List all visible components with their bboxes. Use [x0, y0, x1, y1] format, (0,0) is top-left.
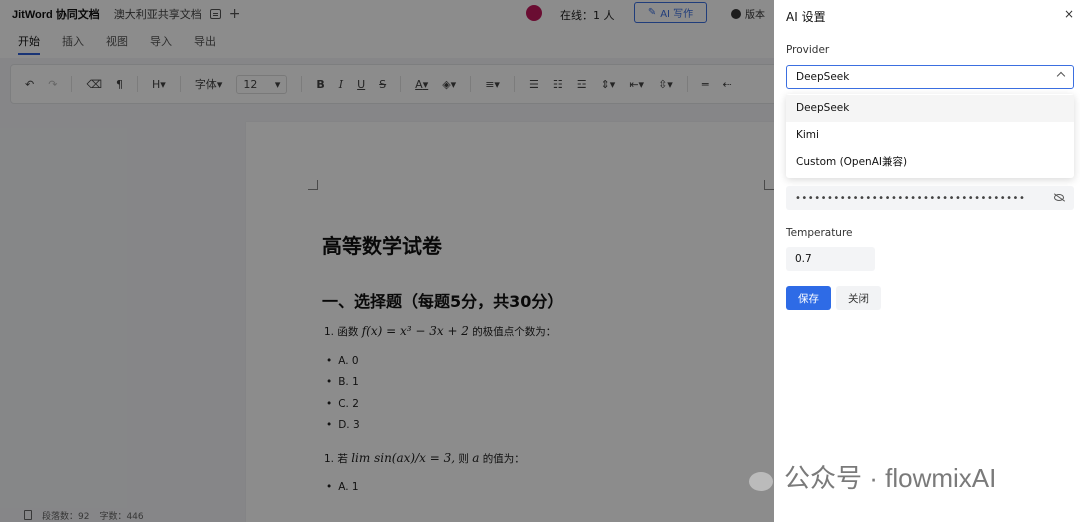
close-icon[interactable]: ×	[1064, 7, 1074, 21]
ai-settings-drawer: AI 设置 × Provider DeepSeek DeepSeek Kimi …	[774, 0, 1080, 522]
provider-label: Provider	[786, 44, 830, 56]
temperature-label: Temperature	[786, 227, 853, 239]
temperature-value: 0.7	[795, 253, 812, 265]
api-key-masked-value: ••••••••••••••••••••••••••••••••••••	[795, 192, 1026, 204]
watermark: 公众号 · flowmixAI	[734, 458, 996, 495]
provider-option-deepseek[interactable]: DeepSeek	[786, 95, 1074, 122]
chevron-up-icon	[1056, 71, 1066, 81]
temperature-input[interactable]: 0.7	[786, 247, 875, 271]
modal-overlay[interactable]	[0, 0, 774, 522]
provider-selected-value: DeepSeek	[796, 71, 850, 83]
provider-option-kimi[interactable]: Kimi	[786, 122, 1074, 149]
drawer-title: AI 设置	[786, 10, 826, 24]
provider-select[interactable]: DeepSeek	[786, 65, 1074, 89]
save-button[interactable]: 保存	[786, 286, 831, 310]
provider-dropdown: DeepSeek Kimi Custom (OpenAI兼容)	[786, 94, 1074, 178]
watermark-text: 公众号 · flowmixAI	[784, 463, 997, 493]
close-button[interactable]: 关闭	[836, 286, 881, 310]
eye-off-icon[interactable]	[1054, 194, 1064, 201]
wechat-icon	[734, 460, 774, 494]
api-key-input[interactable]: ••••••••••••••••••••••••••••••••••••	[786, 186, 1074, 210]
provider-option-custom[interactable]: Custom (OpenAI兼容)	[786, 149, 1074, 176]
